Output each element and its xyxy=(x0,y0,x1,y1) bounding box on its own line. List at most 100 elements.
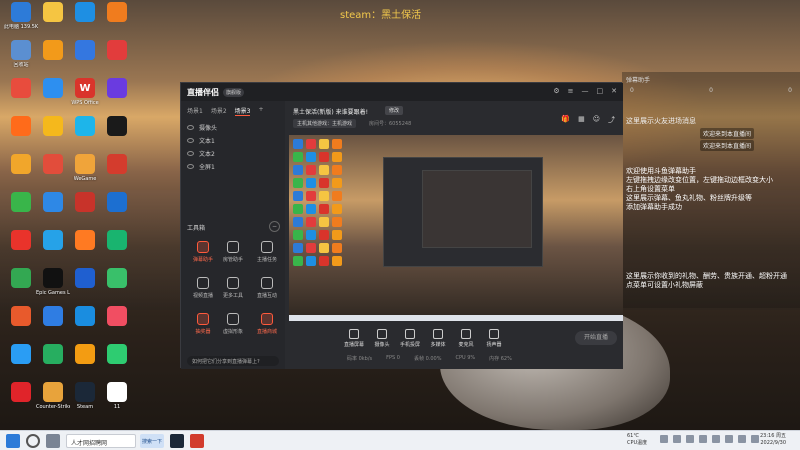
tray-icon[interactable] xyxy=(725,435,733,443)
user-icon[interactable]: ☺ xyxy=(593,115,600,125)
task-view-icon[interactable] xyxy=(46,434,60,448)
settings-icon[interactable]: ⚙ xyxy=(553,87,559,95)
desktop-icon[interactable] xyxy=(36,154,70,194)
toolbox-item[interactable]: 直播互动 xyxy=(251,277,283,307)
desktop-icon[interactable] xyxy=(4,192,38,232)
toolbox-item[interactable]: 房管助手 xyxy=(217,241,249,271)
desktop-icon[interactable] xyxy=(100,344,134,384)
speaker-button[interactable]: 扬声器 xyxy=(481,329,507,348)
desktop-icon[interactable] xyxy=(36,306,70,346)
room-category[interactable]: 主机其他游戏：主机游戏 xyxy=(293,119,357,128)
desktop-icon[interactable] xyxy=(4,78,38,118)
app-taskbar-icon[interactable] xyxy=(190,434,204,448)
toolbox-item[interactable]: 弹幕助手 xyxy=(187,241,219,271)
microphone-button[interactable]: 麦克风 xyxy=(453,329,479,348)
desktop-icon[interactable] xyxy=(100,116,134,156)
taskbar-search-button[interactable]: 搜索一下 xyxy=(140,434,164,448)
desktop-icon[interactable] xyxy=(68,116,102,156)
desktop-icon[interactable] xyxy=(36,192,70,232)
start-live-button[interactable]: 开始直播 xyxy=(575,331,617,345)
desktop-icon[interactable] xyxy=(4,268,38,308)
desktop-icon[interactable] xyxy=(100,78,134,118)
tray-icon[interactable] xyxy=(699,435,707,443)
tray-icon[interactable] xyxy=(660,435,668,443)
desktop-icon[interactable] xyxy=(68,306,102,346)
desktop-icon[interactable]: 此电脑 139.5K xyxy=(4,2,38,42)
toolbox-item[interactable]: 主播任务 xyxy=(251,241,283,271)
desktop-icon[interactable] xyxy=(4,116,38,156)
toolbox-item[interactable]: 视频直播 xyxy=(187,277,219,307)
maximize-icon[interactable]: □ xyxy=(597,87,604,95)
menu-icon[interactable]: ≡ xyxy=(568,87,574,95)
toolbox-item[interactable]: 直播商城 xyxy=(251,313,283,343)
desktop-icon[interactable] xyxy=(68,344,102,384)
add-scene-icon[interactable]: + xyxy=(258,106,263,116)
source-item[interactable]: 全屏1 xyxy=(181,160,285,173)
desktop-icon[interactable] xyxy=(68,230,102,270)
stream-preview[interactable] xyxy=(289,135,623,321)
data-icon[interactable]: ▦ xyxy=(578,115,585,125)
eye-icon[interactable] xyxy=(187,138,194,143)
app-version-badge[interactable]: 旗舰版 xyxy=(223,87,245,97)
tab-scene-2[interactable]: 场景2 xyxy=(211,106,227,116)
desktop-icon[interactable]: W WPS Office xyxy=(68,78,102,118)
eye-icon[interactable] xyxy=(187,125,194,130)
screen-capture-button[interactable]: 直播屏幕 xyxy=(341,329,367,348)
desktop-icon[interactable] xyxy=(4,382,38,422)
danmaku-helper-panel[interactable]: 弹幕助手 0 0 0 这里展示火友进场消息 欢迎来到本直播间 欢迎来到本直播间 … xyxy=(622,72,800,308)
tray-icon[interactable] xyxy=(673,435,681,443)
edit-room-button[interactable]: 修改 xyxy=(385,106,404,115)
desktop-icon[interactable] xyxy=(4,230,38,270)
desktop-icon[interactable] xyxy=(100,268,134,308)
start-icon[interactable] xyxy=(6,434,20,448)
desktop-icon[interactable] xyxy=(100,230,134,270)
desktop-icon[interactable] xyxy=(36,78,70,118)
tab-scene-1[interactable]: 场景1 xyxy=(187,106,203,116)
share-icon[interactable]: ⤴ xyxy=(608,115,615,125)
gift-icon[interactable]: 🎁 xyxy=(561,115,570,125)
tray-icon[interactable] xyxy=(686,435,694,443)
close-icon[interactable]: ✕ xyxy=(611,87,617,95)
desktop-icon[interactable] xyxy=(68,192,102,232)
toolbox-item[interactable]: 虚拟形象 xyxy=(217,313,249,343)
desktop-icon[interactable] xyxy=(4,154,38,194)
toolbox-close-icon[interactable]: − xyxy=(269,221,280,232)
desktop-icon[interactable] xyxy=(68,268,102,308)
phone-cast-button[interactable]: 手机投屏 xyxy=(397,329,423,348)
desktop-icon[interactable] xyxy=(36,40,70,80)
eye-icon[interactable] xyxy=(187,164,194,169)
desktop-icon[interactable] xyxy=(36,2,70,42)
desktop-icon[interactable]: Epic Games Launcher xyxy=(36,268,70,308)
eye-icon[interactable] xyxy=(187,151,194,156)
app-titlebar[interactable]: 直播伴侣 旗舰版 ⚙ ≡ — □ ✕ xyxy=(181,83,623,101)
desktop-icon[interactable]: 回收站 xyxy=(4,40,38,80)
desktop-icon[interactable] xyxy=(100,154,134,194)
clock[interactable]: 23:16 周五 2022/9/30 xyxy=(742,433,786,447)
minimize-icon[interactable]: — xyxy=(582,87,589,95)
tray-icon[interactable] xyxy=(712,435,720,443)
desktop-icon[interactable]: WeGame xyxy=(68,154,102,194)
source-item[interactable]: 文本2 xyxy=(181,147,285,160)
desktop-icon[interactable] xyxy=(100,2,134,42)
media-button[interactable]: 多媒体 xyxy=(425,329,451,348)
taskbar-search-input[interactable]: 人才网招聘网 xyxy=(66,434,136,448)
search-icon[interactable] xyxy=(26,434,40,448)
live-companion-window[interactable]: 直播伴侣 旗舰版 ⚙ ≡ — □ ✕ 场景1 场景2 场景3 + 摄像头 文本1… xyxy=(180,82,623,369)
steam-taskbar-icon[interactable] xyxy=(170,434,184,448)
desktop-icon[interactable] xyxy=(4,306,38,346)
toolbox-item[interactable]: 抽奖器 xyxy=(187,313,219,343)
desktop-icon[interactable]: 11 xyxy=(100,382,134,422)
desktop-icon[interactable]: Steam xyxy=(68,382,102,422)
promo-banner[interactable]: 如何把它们分享到直播弹幕上? xyxy=(187,356,279,366)
desktop-icon[interactable] xyxy=(100,40,134,80)
desktop-icon[interactable] xyxy=(36,344,70,384)
source-item[interactable]: 摄像头 xyxy=(181,121,285,134)
desktop-icon[interactable] xyxy=(68,2,102,42)
toolbox-item[interactable]: 更多工具 xyxy=(217,277,249,307)
desktop-icon[interactable] xyxy=(36,116,70,156)
camera-button[interactable]: 摄像头 xyxy=(369,329,395,348)
desktop-icon[interactable] xyxy=(36,230,70,270)
tab-scene-3[interactable]: 场景3 xyxy=(234,106,251,116)
desktop-icon[interactable] xyxy=(100,192,134,232)
desktop-icon[interactable]: Counter-Strike Global Off... xyxy=(36,382,70,422)
